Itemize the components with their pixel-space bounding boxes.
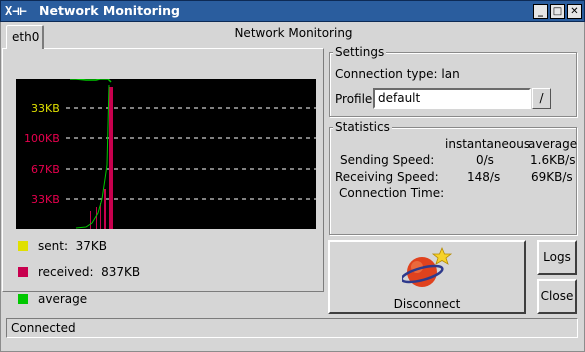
legend-sent-value: 37KB — [75, 239, 108, 253]
sending-speed-instant: 0/s — [476, 153, 494, 167]
tab-eth0[interactable]: eth0 — [6, 25, 44, 49]
disconnect-label: Disconnect — [393, 297, 461, 311]
close-window-button[interactable]: ✕ — [567, 4, 582, 19]
receiving-speed-average: 69KB/s — [531, 170, 573, 184]
star-icon — [431, 246, 453, 265]
legend-sent: sent: 37KB — [18, 239, 138, 253]
average-swatch — [18, 294, 28, 304]
legend-received: received: 837KB — [18, 265, 158, 279]
disconnect-button[interactable]: Disconnect — [328, 240, 526, 314]
stat-header-average: average — [528, 137, 578, 151]
legend-received-label: received: — [38, 265, 94, 279]
legend-received-value: 837KB — [101, 265, 141, 279]
traffic-graph: 33KB 100KB 67KB 33KB — [16, 79, 316, 229]
status-bar: Connected — [6, 318, 578, 338]
average-top-line — [70, 79, 112, 83]
axis-label-received-low: 33KB — [31, 193, 60, 206]
minimize-button[interactable]: _ — [533, 4, 548, 19]
settings-title: Settings — [333, 44, 387, 60]
axis-label-sent: 33KB — [31, 102, 60, 115]
sent-swatch — [18, 241, 28, 251]
statistics-title: Statistics — [333, 119, 392, 135]
legend-sent-label: sent: — [38, 239, 68, 253]
received-swatch — [18, 267, 28, 277]
page-title: Network Monitoring — [234, 26, 353, 40]
stat-header-instantaneous: instantaneous — [445, 137, 531, 151]
receiving-speed-label: Receiving Speed: — [335, 170, 439, 184]
profile-input[interactable]: default — [373, 88, 531, 109]
connection-time-label: Connection Time: — [339, 186, 445, 200]
legend-average: average — [18, 292, 138, 306]
logs-button[interactable]: Logs — [537, 240, 577, 275]
receiving-speed-instant: 148/s — [467, 170, 501, 184]
received-bar — [109, 87, 113, 229]
profile-label: Profile — [335, 92, 373, 106]
connection-type-label: Connection type: lan — [335, 67, 460, 81]
planet-icon — [402, 246, 453, 287]
sending-speed-average: 1.6KB/s — [530, 153, 576, 167]
received-bar — [90, 211, 91, 229]
title-bar[interactable]: X⊣⊢ Network Monitoring _ □ ✕ — [0, 0, 585, 22]
received-bar — [104, 189, 106, 229]
legend-average-label: average — [38, 292, 88, 306]
sending-speed-label: Sending Speed: — [340, 153, 435, 167]
received-bar — [96, 207, 97, 229]
app-icon[interactable]: X⊣⊢ — [5, 3, 33, 19]
axis-label-received-high: 100KB — [24, 132, 60, 145]
profile-browse-button[interactable]: / — [532, 88, 551, 109]
window-title: Network Monitoring — [39, 3, 180, 18]
traffic-graph-svg: 33KB 100KB 67KB 33KB — [24, 79, 316, 229]
axis-label-received-mid: 67KB — [31, 163, 60, 176]
close-button[interactable]: Close — [537, 279, 577, 314]
maximize-button[interactable]: □ — [550, 4, 565, 19]
